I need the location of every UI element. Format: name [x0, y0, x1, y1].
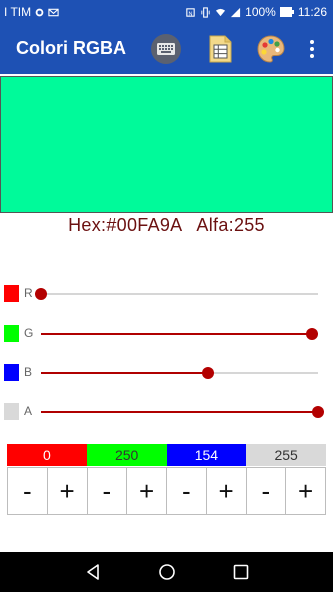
color-info: Hex:#00FA9A Alfa:255 — [0, 215, 333, 241]
keyboard-icon[interactable] — [150, 33, 182, 65]
clock-time: 11:26 — [297, 5, 327, 19]
green-slider-fill — [41, 333, 313, 335]
red-plus-button[interactable]: + — [47, 468, 88, 514]
navigation-bar — [0, 552, 333, 592]
slider-row-blue: B — [0, 361, 333, 385]
svg-text:N: N — [189, 11, 193, 17]
slider-row-red: R — [0, 282, 333, 306]
app-bar: Colori RGBA — [0, 24, 333, 74]
mail-icon — [48, 8, 59, 16]
alpha-minus-button[interactable]: - — [246, 468, 287, 514]
green-value: 250 — [86, 444, 167, 466]
red-slider[interactable] — [35, 288, 318, 300]
green-slider[interactable] — [41, 328, 319, 340]
recent-apps-icon[interactable] — [231, 562, 251, 582]
battery-percent: 100% — [245, 5, 276, 19]
channel-values: 0 250 154 255 — [7, 444, 326, 466]
blue-swatch — [4, 364, 19, 381]
stepper-buttons: - + - + - + - + — [7, 467, 326, 515]
alpha-swatch — [4, 403, 19, 420]
red-minus-button[interactable]: - — [8, 468, 48, 514]
green-minus-button[interactable]: - — [87, 468, 128, 514]
red-slider-thumb[interactable] — [35, 288, 47, 300]
blue-slider-fill — [41, 372, 209, 374]
alpha-value: Alfa:255 — [196, 215, 265, 235]
spreadsheet-icon[interactable] — [204, 33, 236, 65]
back-icon[interactable] — [83, 562, 103, 582]
wifi-icon — [216, 8, 226, 16]
blue-slider-thumb[interactable] — [202, 367, 215, 379]
alpha-slider-fill — [41, 411, 318, 413]
blue-slider[interactable] — [41, 367, 318, 379]
vibrate-icon — [201, 6, 210, 18]
blue-value: 154 — [166, 444, 247, 466]
settings-icon — [35, 8, 44, 16]
green-label: G — [24, 326, 34, 340]
red-swatch — [4, 285, 19, 302]
blue-label: B — [24, 365, 33, 379]
blue-plus-button[interactable]: + — [206, 468, 247, 514]
nfc-icon: N — [186, 7, 195, 17]
hex-value: Hex:#00FA9A — [68, 215, 182, 235]
palette-icon[interactable] — [255, 33, 287, 65]
red-value: 0 — [7, 444, 87, 466]
status-bar: I TIM N 100% 11:26 — [0, 0, 333, 24]
slider-row-alpha: A — [0, 400, 333, 424]
red-label: R — [24, 286, 33, 300]
alpha-slider-thumb[interactable] — [312, 406, 324, 418]
alpha-slider[interactable] — [41, 406, 324, 418]
more-vert-icon[interactable] — [302, 33, 322, 65]
signal-icon — [231, 7, 241, 17]
alpha-value-box: 255 — [246, 444, 326, 466]
green-plus-button[interactable]: + — [127, 468, 167, 514]
home-icon[interactable] — [157, 562, 177, 582]
green-swatch — [4, 325, 19, 342]
app-title: Colori RGBA — [16, 38, 126, 58]
battery-icon — [279, 7, 294, 17]
alpha-plus-button[interactable]: + — [286, 468, 325, 514]
alpha-label: A — [24, 404, 33, 418]
slider-row-green: G — [0, 322, 333, 346]
color-preview — [0, 76, 333, 213]
green-slider-thumb[interactable] — [306, 328, 319, 340]
carrier-label: I TIM — [4, 5, 32, 19]
blue-minus-button[interactable]: - — [167, 468, 207, 514]
